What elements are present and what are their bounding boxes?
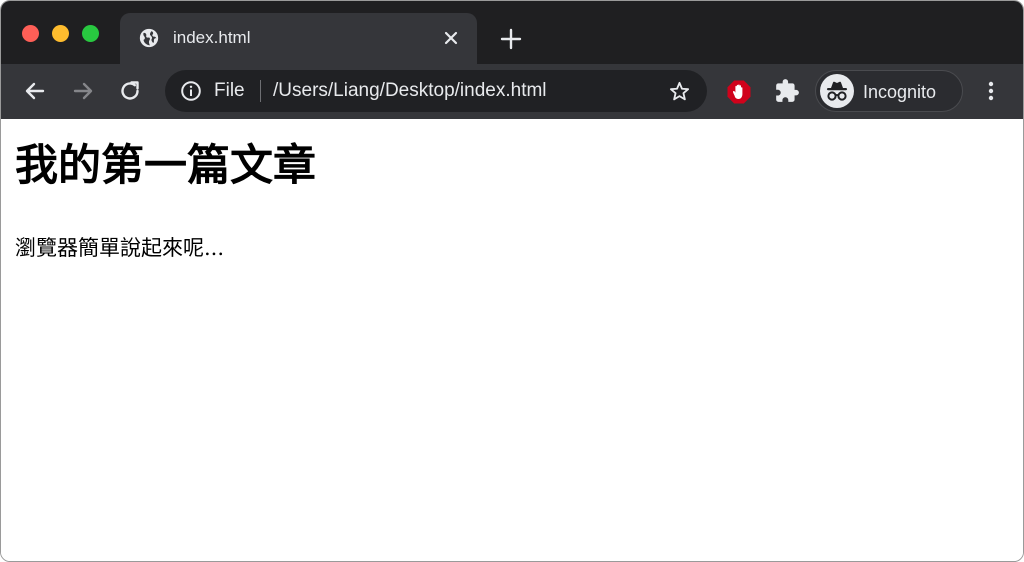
star-icon[interactable] <box>668 80 691 103</box>
window-minimize-button[interactable] <box>52 25 69 42</box>
tab-index-html[interactable]: index.html <box>120 13 477 64</box>
window-maximize-button[interactable] <box>82 25 99 42</box>
address-bar[interactable]: File /Users/Liang/Desktop/index.html <box>165 70 707 112</box>
vertical-dots-icon[interactable] <box>978 78 1004 104</box>
url-text[interactable]: /Users/Liang/Desktop/index.html <box>273 80 547 102</box>
stop-hand-icon[interactable] <box>725 78 753 106</box>
window-close-button[interactable] <box>22 25 39 42</box>
globe-icon <box>138 27 160 49</box>
incognito-icon <box>820 74 854 108</box>
puzzle-icon[interactable] <box>774 78 800 104</box>
info-icon[interactable] <box>180 80 202 102</box>
new-tab-plus-icon[interactable] <box>498 26 524 52</box>
reload-icon[interactable] <box>117 78 143 104</box>
omnibox-divider <box>260 80 261 102</box>
arrow-right-icon[interactable] <box>70 78 96 104</box>
tab-strip: index.html <box>1 1 1023 64</box>
page-heading: 我的第一篇文章 <box>15 141 316 191</box>
page-viewport: 我的第一篇文章 瀏覽器簡單說起來呢... <box>1 119 1023 561</box>
arrow-left-icon[interactable] <box>22 78 48 104</box>
incognito-label: Incognito <box>863 82 937 102</box>
page-paragraph: 瀏覽器簡單說起來呢... <box>15 236 225 260</box>
browser-toolbar: File /Users/Liang/Desktop/index.html Inc… <box>1 64 1023 119</box>
tab-close-icon[interactable] <box>441 28 461 48</box>
incognito-profile-button[interactable]: Incognito <box>815 70 963 112</box>
scheme-label: File <box>214 80 245 101</box>
browser-window: index.html File /Users/Liang/Desktop/ind… <box>0 0 1024 562</box>
tab-title: index.html <box>173 28 251 47</box>
